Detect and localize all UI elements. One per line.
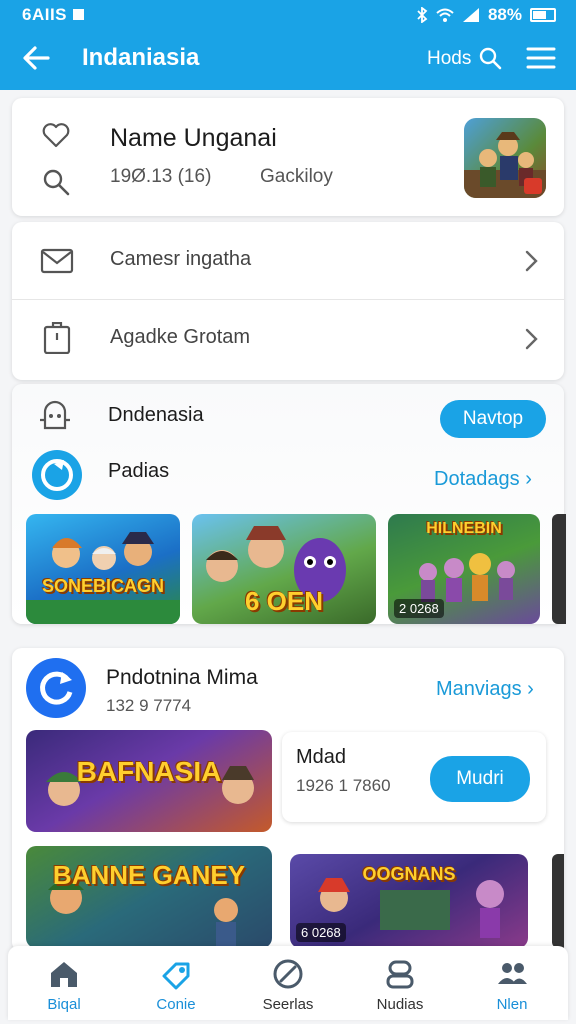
game-title: HILNEBIN — [426, 520, 502, 537]
app-logo-icon — [32, 450, 82, 500]
nav-item-home[interactable]: Biqal — [8, 946, 120, 1020]
menu-item-label: Camesr ingatha — [110, 248, 252, 270]
nav-label: Nlen — [496, 996, 528, 1013]
news-section: Pndotnina Mima 132 9 7774 Manviags › BAF… — [12, 648, 564, 952]
nav-label: Biqal — [47, 996, 81, 1013]
person-icon — [386, 960, 414, 989]
nav-item-seerlas[interactable]: Seerlas — [232, 946, 344, 1020]
navtop-button[interactable]: Navtop — [440, 400, 546, 438]
home-icon — [51, 962, 77, 987]
game-tile[interactable]: OOGNANS 6 0268 — [290, 854, 528, 948]
nav-label: Conie — [156, 996, 196, 1013]
game-title: BANNE GANEY — [52, 860, 246, 890]
heart-icon[interactable] — [42, 122, 70, 148]
chevron-right-icon — [525, 250, 538, 272]
game-tile[interactable]: SONEBICAGN — [26, 514, 180, 624]
section-title: Pndotnina Mima — [106, 666, 258, 689]
game-title: 6 OEN — [244, 586, 324, 616]
subsection-label: Padias — [108, 460, 170, 482]
game-tile-partial[interactable] — [552, 514, 566, 624]
notification-icon — [73, 9, 85, 20]
mudri-button[interactable]: Mudri — [430, 756, 530, 802]
game-title: SONEBICAGN — [41, 576, 164, 596]
game-meta: 2 0268 — [394, 599, 444, 618]
profile-card[interactable]: Name Unganai 19Ø.13 (16) Gackiloy — [12, 98, 564, 216]
nav-item-nudias[interactable]: Nudias — [344, 946, 456, 1020]
game-tile[interactable]: HILNEBIN 2 0268 — [388, 514, 540, 624]
nav-item-conie[interactable]: Conie — [120, 946, 232, 1020]
profile-stat: 19Ø.13 (16) — [110, 166, 212, 187]
game-title: BAFNASIA — [76, 756, 222, 787]
hamburger-menu-icon[interactable] — [526, 46, 556, 70]
app-bar: Indaniasia Hods — [0, 30, 576, 90]
list-item[interactable]: Camesr ingatha — [12, 222, 564, 300]
game-tile[interactable]: 6 OEN — [192, 514, 376, 624]
game-title: OOGNANS — [362, 864, 456, 884]
mini-card[interactable]: Mdad 1926 1 7860 Mudri — [282, 732, 546, 822]
profile-game-thumbnail[interactable] — [464, 118, 546, 198]
search-label[interactable]: Hods — [427, 48, 471, 70]
profile-tag: Gackiloy — [260, 166, 333, 187]
game-meta: 6 0268 — [296, 923, 346, 942]
compass-icon — [273, 959, 303, 989]
manage-link[interactable]: Manviags › — [436, 678, 534, 701]
see-more-label: Dotadags — [434, 468, 520, 490]
robot-icon — [40, 400, 70, 430]
menu-item-label: Agadke Grotam — [110, 326, 251, 348]
wifi-icon — [436, 8, 454, 22]
clipboard-icon — [43, 322, 71, 354]
bottom-navigation: Biqal Conie Seerlas Nudias Nlen — [8, 946, 568, 1020]
mail-icon — [40, 248, 74, 274]
list-item[interactable]: Agadke Grotam — [12, 300, 564, 378]
bluetooth-icon — [417, 7, 428, 23]
menu-list: Camesr ingatha Agadke Grotam — [12, 222, 564, 380]
signal-icon — [462, 8, 479, 22]
status-bar: 6AIIS 88% — [0, 0, 576, 30]
game-tile[interactable]: BANNE GANEY — [26, 846, 272, 948]
nav-item-nlen[interactable]: Nlen — [456, 946, 568, 1020]
refresh-logo-icon — [26, 658, 86, 718]
nav-label: Seerlas — [262, 996, 314, 1013]
tag-icon — [162, 962, 190, 990]
back-arrow-icon[interactable] — [20, 42, 52, 74]
games-section: Dndenasia Navtop Padias Dotadags › SONEB… — [12, 384, 566, 624]
people-icon — [498, 963, 527, 984]
chevron-right-icon: › — [525, 468, 532, 490]
battery-icon — [530, 8, 556, 22]
mini-card-title: Mdad — [296, 746, 347, 768]
nav-label: Nudias — [376, 996, 424, 1013]
profile-name: Name Unganai — [110, 124, 277, 152]
search-icon[interactable] — [478, 46, 502, 70]
status-time: 6AIIS — [22, 5, 68, 24]
search-icon[interactable] — [42, 168, 70, 196]
game-art-image — [26, 532, 180, 624]
manage-label: Manviags — [436, 678, 522, 700]
section-count: 132 9 7774 — [106, 696, 192, 715]
game-characters-image — [464, 132, 546, 198]
featured-game-tile[interactable]: BAFNASIA — [26, 730, 272, 832]
game-tile-partial[interactable] — [552, 854, 564, 948]
battery-percent: 88% — [487, 5, 522, 24]
mini-card-count: 1926 1 7860 — [296, 776, 391, 795]
page-title: Indaniasia — [82, 44, 200, 71]
chevron-right-icon: › — [527, 678, 534, 700]
section-label: Dndenasia — [108, 404, 204, 426]
chevron-right-icon — [525, 328, 538, 350]
see-more-link[interactable]: Dotadags › — [434, 468, 532, 491]
